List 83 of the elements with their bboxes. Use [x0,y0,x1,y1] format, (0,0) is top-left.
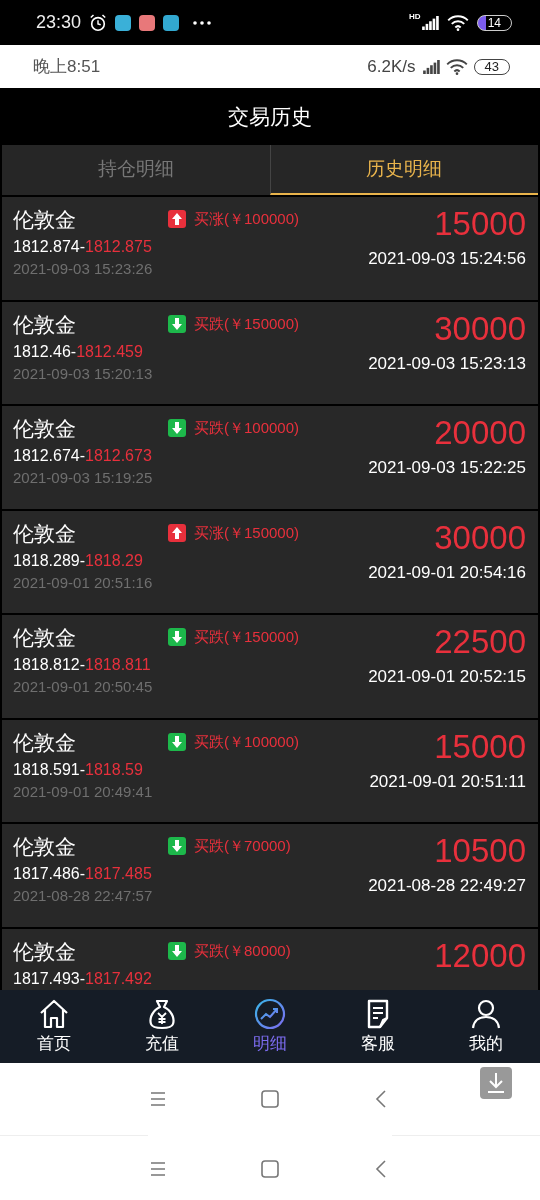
profit-amount: 10500 [434,832,526,870]
open-time: 2021-09-01 20:50:45 [13,677,154,697]
user-icon [470,998,502,1030]
wifi-icon [445,58,468,75]
open-time: 2021-09-03 15:23:26 [13,259,154,279]
price-range: 1817.486-1817.485 [13,864,153,884]
app-notification-icon [163,14,180,31]
order-label: 买跌(￥70000) [194,837,291,855]
battery-indicator: 14 [476,14,512,31]
order-label: 买跌(￥100000) [194,732,300,751]
network-type-label: HD [409,12,421,21]
trade-card[interactable]: 伦敦金 1812.674-1812.673 2021-09-03 15:19:25 买跌(￥100000) 20000 2021-09-03 15:22:25 [2,406,538,509]
product-name: 伦敦金 [13,311,77,338]
order-label: 买涨(￥100000) [194,210,300,228]
home-icon [38,998,70,1030]
order-label: 买涨(￥150000) [194,523,300,542]
chart-icon [254,998,286,1030]
product-name: 伦敦金 [13,834,77,860]
price-range: 1812.46-1812.459 [13,341,144,362]
nav-item[interactable]: 客服 [324,990,432,1063]
close-time: 2021-09-01 20:51:11 [369,771,526,792]
app-notification-icon [115,14,132,31]
product-name: 伦敦金 [13,938,77,965]
profit-amount: 20000 [434,414,526,452]
nav-item[interactable]: 充值 [108,990,216,1063]
trade-card[interactable]: 伦敦金 1818.591-1818.59 2021-09-01 20:49:41 买跌(￥100000) 15000 2021-09-01 20:51:11 [2,719,538,822]
open-time: 2021-09-01 20:51:16 [13,572,154,593]
signal-icon [420,15,439,30]
close-time: 2021-09-03 15:24:56 [368,249,526,269]
product-name: 伦敦金 [13,729,77,756]
open-time: 2021-08-28 22:47:57 [13,886,154,906]
open-time: 2021-09-03 15:20:13 [13,363,154,384]
product-name: 伦敦金 [13,625,77,651]
trade-card[interactable]: 伦敦金 1818.812-1818.811 2021-09-01 20:50:45 买跌(￥150000) 22500 2021-09-01 20:52:15 [2,615,538,718]
profit-amount: 15000 [434,727,526,766]
product-name: 伦敦金 [13,207,77,233]
price-range: 1812.874-1812.875 [13,237,153,257]
product-name: 伦敦金 [13,416,77,442]
order-label: 买跌(￥150000) [194,314,300,333]
status-time: 晚上8:51 [33,56,101,78]
more-icon [193,20,212,25]
close-time: 2021-09-01 20:52:15 [368,667,526,687]
price-range: 1818.591-1818.59 [13,759,144,780]
trade-card[interactable]: 伦敦金 1817.486-1817.485 2021-08-28 22:47:57 买跌(￥70000) 10500 2021-08-28 22:49:27 [2,824,538,927]
network-speed: 6.2K/s [367,56,416,77]
download-icon[interactable] [480,1067,512,1099]
nav-item[interactable]: 明细 [216,990,324,1063]
home-button-icon[interactable] [260,1158,280,1179]
trade-card[interactable]: 伦敦金 1812.874-1812.875 2021-09-03 15:23:26 买涨(￥100000) 15000 2021-09-03 15:24:56 [2,197,538,300]
profit-amount: 22500 [434,623,526,661]
profit-amount: 30000 [434,309,526,348]
trade-card[interactable]: 伦敦金 1818.289-1818.29 2021-09-01 20:51:16 买涨(￥150000) 30000 2021-09-01 20:54:16 [2,510,538,613]
order-label: 买跌(￥80000) [194,941,291,960]
signal-icon [421,59,440,74]
nav-item[interactable]: 我的 [432,990,540,1063]
money-bag-icon [146,998,178,1030]
app-notification-icon [139,14,156,31]
page-title: 交易历史 [228,103,312,130]
product-name: 伦敦金 [13,520,77,547]
tab[interactable]: 历史明细 [269,145,538,195]
trade-card[interactable]: 伦敦金 1812.46-1812.459 2021-09-03 15:20:13 买跌(￥150000) 30000 2021-09-03 15:23:13 [2,301,538,404]
open-time: 2021-09-03 15:19:25 [13,468,154,488]
price-range: 1818.289-1818.29 [13,550,144,571]
profit-amount: 15000 [434,205,526,243]
close-time: 2021-09-03 15:22:25 [368,458,526,478]
status-time: 23:30 [36,12,82,33]
wifi-icon [446,14,469,31]
close-time: 2021-09-03 15:23:13 [368,353,526,374]
profit-amount: 30000 [434,518,526,557]
profit-amount: 12000 [434,936,526,975]
trade-card[interactable]: 伦敦金 1817.493-1817.492 买跌(￥80000) 12000 [2,928,538,990]
price-range: 1817.493-1817.492 [13,968,153,989]
close-time: 2021-09-01 20:54:16 [368,562,526,583]
home-button-icon[interactable] [260,1089,280,1109]
order-label: 买跌(￥100000) [194,419,300,437]
order-label: 买跌(￥150000) [194,628,300,646]
nav-item[interactable]: 首页 [0,990,108,1063]
menu-icon[interactable] [148,1089,168,1109]
alarm-clock-icon [89,13,108,32]
price-range: 1818.812-1818.811 [13,655,152,675]
close-time: 2021-08-28 22:49:27 [368,876,526,896]
price-range: 1812.674-1812.673 [13,446,153,466]
open-time: 2021-09-01 20:49:41 [13,781,154,802]
